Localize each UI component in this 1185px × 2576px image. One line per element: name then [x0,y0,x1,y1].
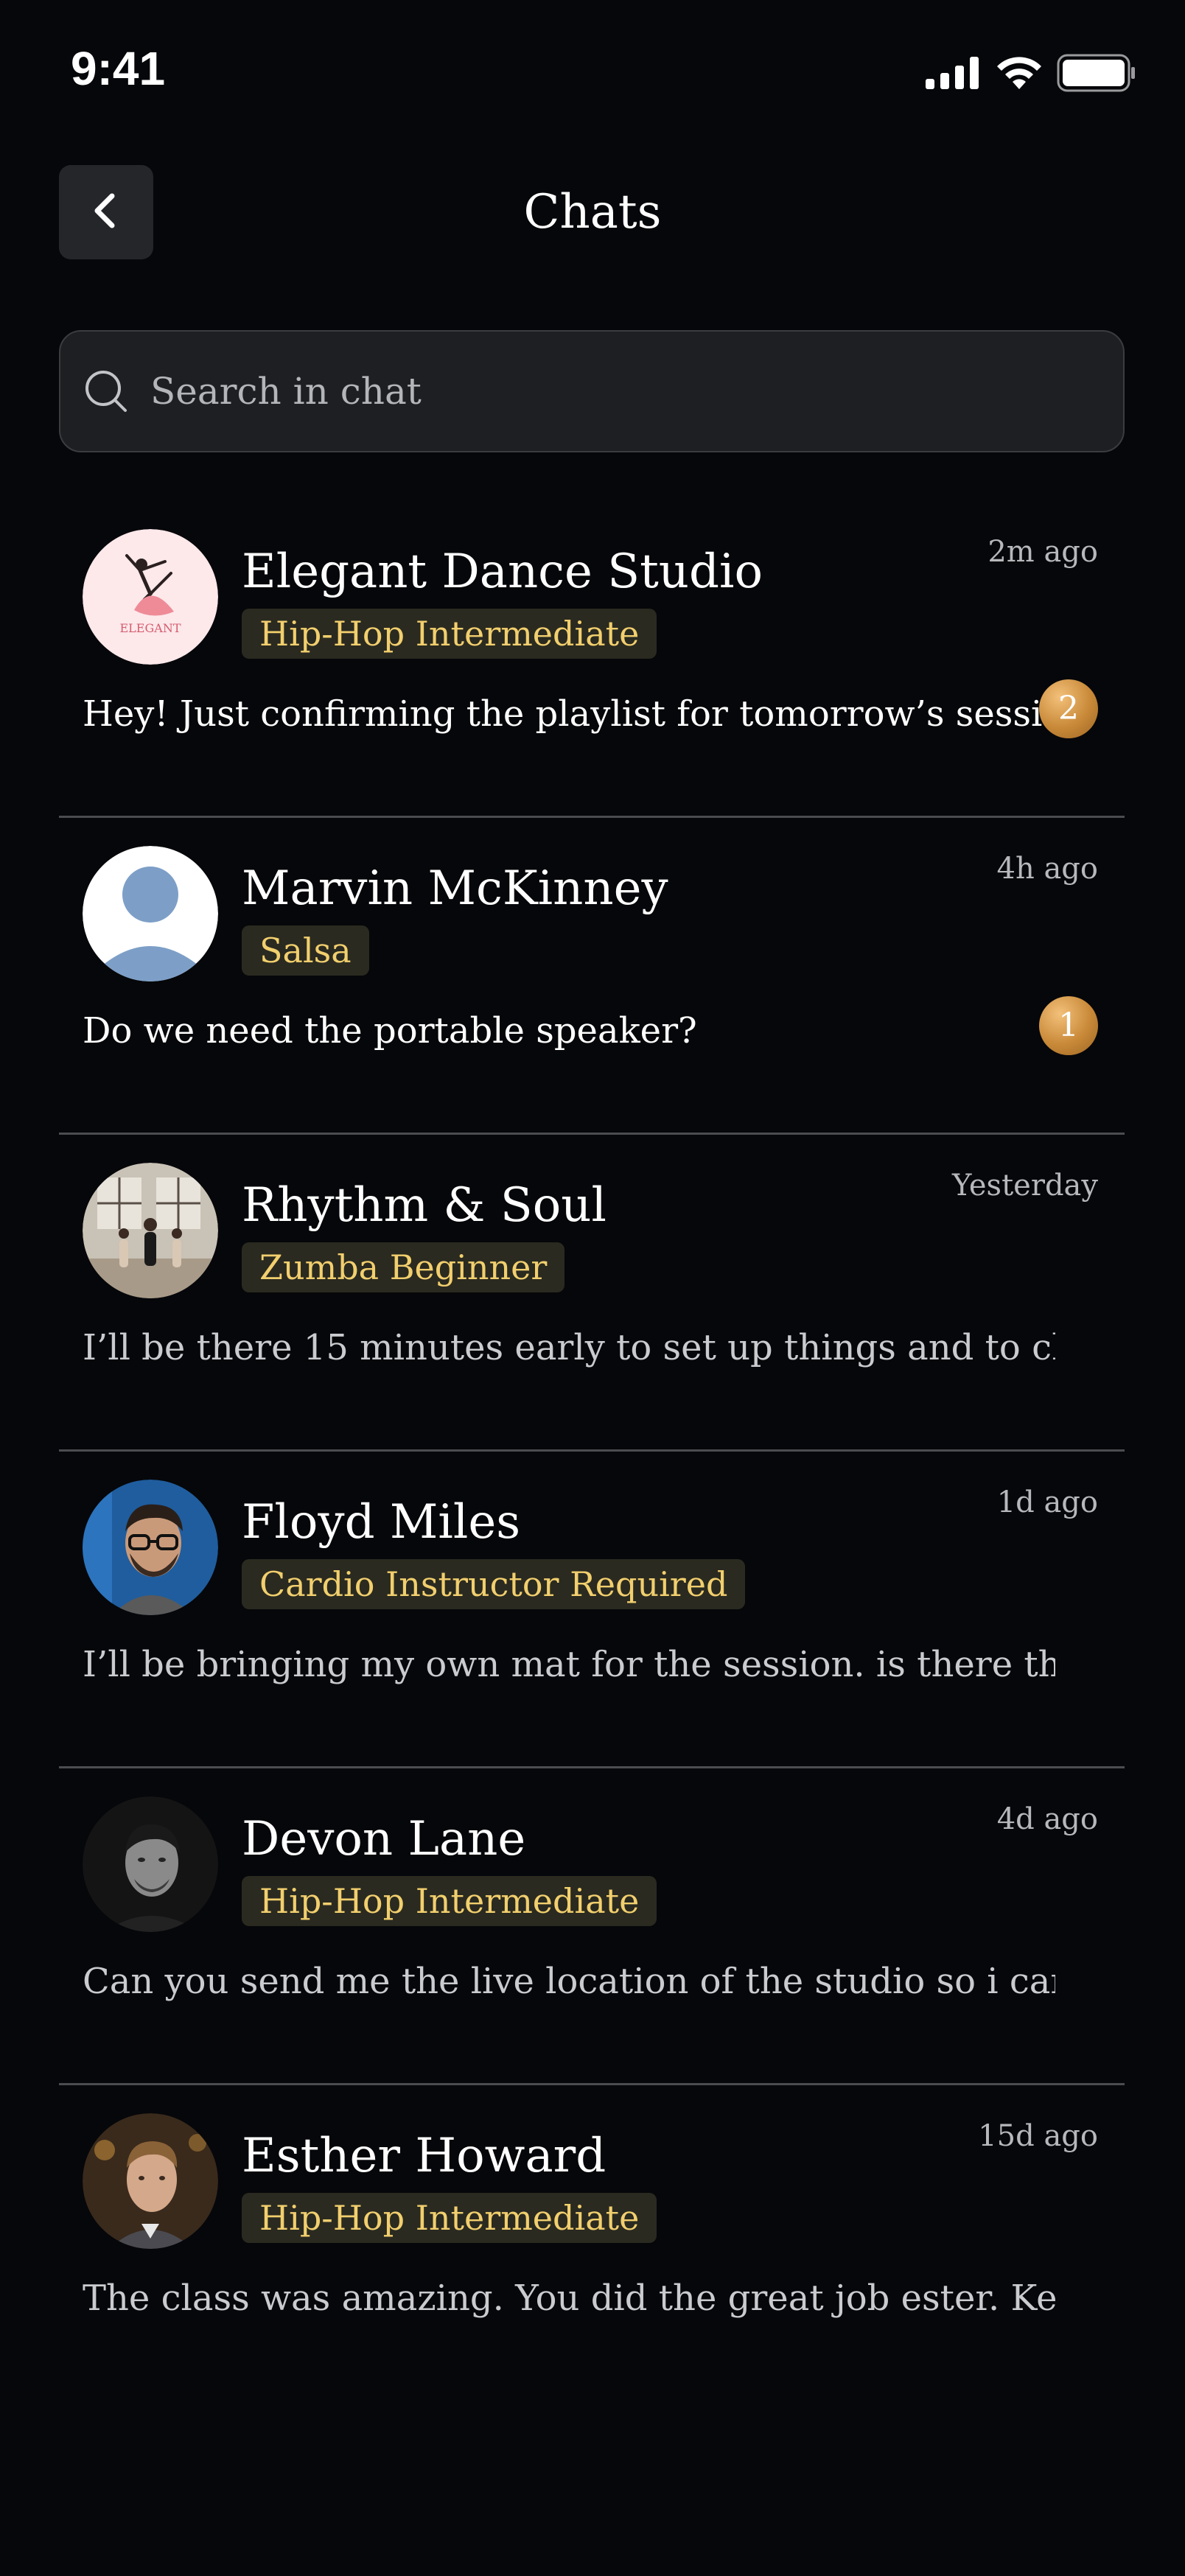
chat-item-devon-lane[interactable]: Devon Lane 4d ago Hip-Hop Intermediate C… [59,1768,1125,2085]
chat-time: 4h ago [996,852,1098,886]
status-icons [926,54,1136,95]
unread-badge: 2 [1039,679,1098,738]
status-time: 9:41 [71,42,166,95]
search-input[interactable] [149,332,1101,451]
chat-tag: Zumba Beginner [242,1242,565,1292]
chat-list: ELEGANT Elegant Dance Studio 2m ago Hip-… [59,501,1125,2402]
chat-time: Yesterday [951,1169,1098,1203]
chat-item-marvin-mckinney[interactable]: Marvin McKinney 4h ago Salsa Do we need … [59,818,1125,1135]
chat-preview: Can you send me the live location of the… [83,1961,1055,2002]
chat-item-elegant-dance-studio[interactable]: ELEGANT Elegant Dance Studio 2m ago Hip-… [59,501,1125,818]
battery-icon [1057,54,1136,95]
chat-tag: Salsa [242,925,369,976]
chat-preview: Hey! Just confirming the playlist for to… [83,693,1055,735]
avatar: ELEGANT [83,529,218,665]
chat-name: Esther Howard [242,2129,607,2183]
signal-icon [926,57,982,92]
chat-name: Floyd Miles [242,1495,521,1550]
svg-text:ELEGANT: ELEGANT [120,621,181,635]
search-icon [83,368,130,415]
chat-name: Elegant Dance Studio [242,545,763,599]
avatar [83,1796,218,1932]
chat-name: Rhythm & Soul [242,1178,607,1233]
wifi-icon [995,55,1044,94]
avatar [83,846,218,981]
chat-preview: The class was amazing. You did the great… [83,2278,1055,2319]
chat-name: Marvin McKinney [242,861,668,916]
chat-tag: Hip-Hop Intermediate [242,1876,657,1926]
chat-preview: I’ll be there 15 minutes early to set up… [83,1327,1055,1368]
chat-time: 4d ago [996,1802,1098,1836]
chat-item-esther-howard[interactable]: Esther Howard 15d ago Hip-Hop Intermedia… [59,2085,1125,2402]
chat-tag: Hip-Hop Intermediate [242,609,657,659]
chat-name: Devon Lane [242,1812,526,1866]
chat-time: 2m ago [988,535,1098,569]
avatar [83,1163,218,1298]
chat-time: 1d ago [996,1485,1098,1519]
search-box[interactable] [59,330,1125,452]
chat-preview: I’ll be bringing my own mat for the sess… [83,1644,1055,1685]
unread-badge: 1 [1039,996,1098,1055]
page-title: Chats [523,185,662,239]
chat-tag: Hip-Hop Intermediate [242,2193,657,2243]
status-bar: 9:41 [0,0,1185,147]
chat-item-floyd-miles[interactable]: Floyd Miles 1d ago Cardio Instructor Req… [59,1452,1125,1768]
avatar [83,2113,218,2249]
chat-time: 15d ago [978,2119,1098,2153]
chat-preview: Do we need the portable speaker? [83,1010,697,1051]
avatar [83,1480,218,1615]
chat-tag: Cardio Instructor Required [242,1559,746,1609]
chat-item-rhythm-and-soul[interactable]: Rhythm & Soul Yesterday Zumba Beginner I… [59,1135,1125,1452]
